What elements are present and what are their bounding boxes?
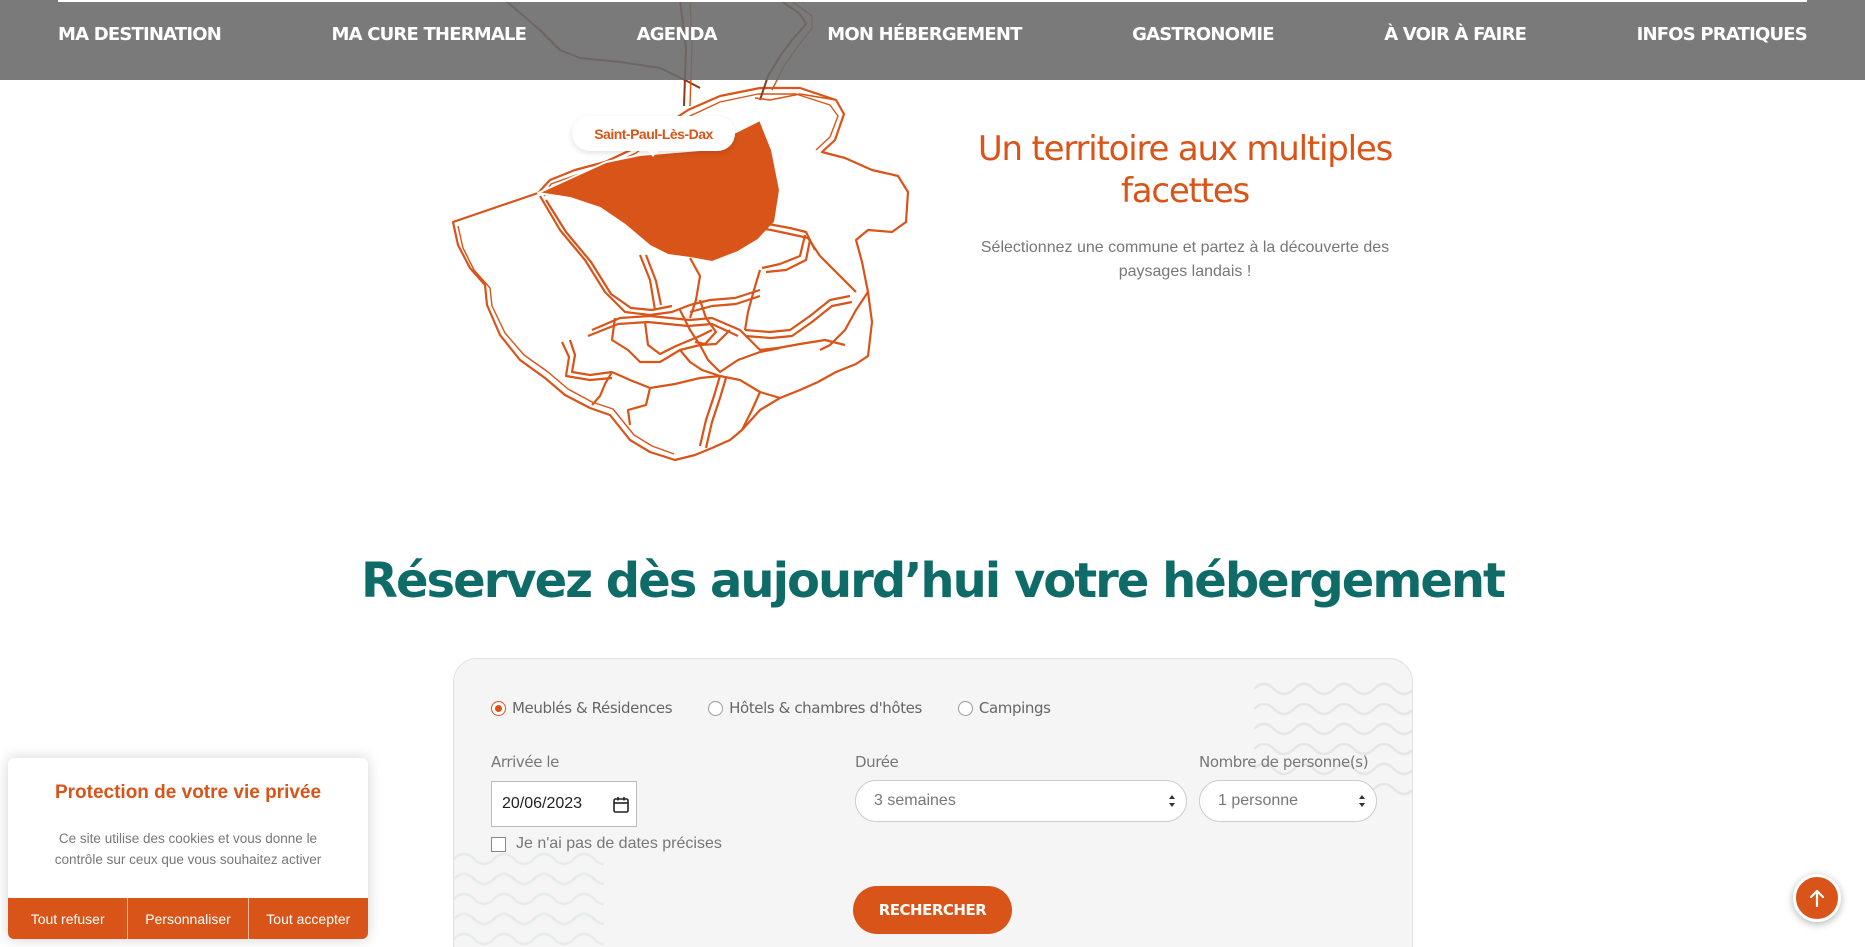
no-dates-checkbox-row[interactable]: Je n'ai pas de dates précises (491, 835, 722, 853)
radio-meubles-residences[interactable]: Meublés & Résidences (491, 699, 673, 717)
arrival-label: Arrivée le (491, 753, 559, 771)
cookie-text: Ce site utilise des cookies et vous donn… (54, 831, 322, 867)
booking-title: Réservez dès aujourd’hui votre hébergeme… (361, 553, 1506, 609)
main-navigation: MA DESTINATION MA CURE THERMALE AGENDA M… (0, 0, 1865, 80)
persons-value: 1 personne (1218, 792, 1299, 809)
cookie-customize-button[interactable]: Personnaliser (128, 898, 249, 939)
territory-description: Sélectionnez une commune et partez à la … (980, 239, 1390, 280)
duration-label: Durée (855, 753, 899, 771)
territory-title: Un territoire aux multiples facettes (977, 129, 1394, 211)
cookie-title: Protection de votre vie privée (54, 782, 322, 803)
radio-label: Meublés & Résidences (512, 699, 673, 717)
select-arrows-icon (1359, 795, 1365, 807)
no-dates-checkbox[interactable] (491, 836, 506, 852)
radio-label: Campings (978, 699, 1051, 717)
cookie-accept-button[interactable]: Tout accepter (248, 898, 368, 939)
commune-tooltip: Saint-Paul-Lès-Dax (572, 116, 735, 157)
search-button[interactable]: RECHERCHER (853, 886, 1012, 934)
radio-hotels-chambres[interactable]: Hôtels & chambres d'hôtes (708, 699, 922, 717)
select-arrows-icon (1169, 795, 1175, 807)
cookie-refuse-button[interactable]: Tout refuser (8, 898, 129, 939)
calendar-icon[interactable] (613, 796, 629, 813)
nav-item-agenda[interactable]: AGENDA (637, 24, 718, 45)
arrival-date-input[interactable]: 20/06/2023 (491, 781, 637, 827)
radio-button[interactable] (708, 700, 724, 716)
nav-top-line (58, 0, 1807, 2)
wave-pattern-decoration (454, 852, 604, 946)
duration-select[interactable]: 3 semaines (855, 780, 1187, 822)
persons-select[interactable]: 1 personne (1199, 780, 1377, 822)
nav-item-infos-pratiques[interactable]: INFOS PRATIQUES (1637, 24, 1808, 45)
radio-campings[interactable]: Campings (957, 699, 1051, 717)
arrow-up-icon (1809, 889, 1825, 908)
nav-item-ma-destination[interactable]: MA DESTINATION (58, 24, 222, 45)
no-dates-label: Je n'ai pas de dates précises (516, 835, 722, 852)
arrival-date-value: 20/06/2023 (502, 795, 583, 812)
booking-form: Meublés & Résidences Hôtels & chambres d… (453, 658, 1413, 947)
nav-item-ma-cure-thermale[interactable]: MA CURE THERMALE (332, 24, 527, 45)
radio-label: Hôtels & chambres d'hôtes (729, 699, 922, 717)
nav-item-mon-hebergement[interactable]: MON HÉBERGEMENT (827, 24, 1022, 45)
back-to-top-button[interactable] (1793, 874, 1841, 922)
radio-button[interactable] (957, 700, 973, 716)
radio-button-checked[interactable] (491, 700, 506, 716)
nav-item-gastronomie[interactable]: GASTRONOMIE (1132, 24, 1274, 45)
cookie-banner: Protection de votre vie privée Ce site u… (8, 758, 368, 939)
duration-value: 3 semaines (874, 792, 956, 809)
nav-item-a-voir-a-faire[interactable]: À VOIR À FAIRE (1384, 24, 1527, 45)
persons-label: Nombre de personne(s) (1199, 753, 1369, 771)
